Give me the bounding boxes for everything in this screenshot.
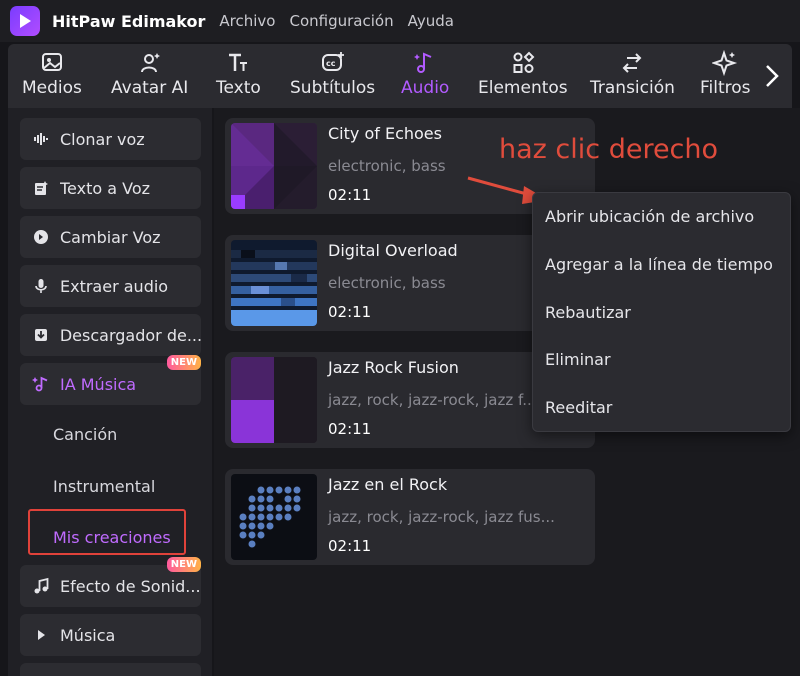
subtitles-icon: cc: [321, 52, 344, 71]
sidebar-item-clonar-voz[interactable]: Clonar voz: [20, 118, 201, 160]
track-thumbnail: [231, 474, 317, 560]
waveform-icon: [32, 130, 50, 148]
menu-archivo[interactable]: Archivo: [219, 12, 275, 30]
new-badge: NEW: [166, 557, 201, 572]
sidebar-item-extraer-audio[interactable]: Extraer audio: [20, 265, 201, 307]
sparkle-icon: [712, 50, 738, 76]
sidebar-item-efecto-sonido[interactable]: Efecto de Sonid... NEW: [20, 557, 201, 607]
tab-elementos[interactable]: Elementos: [478, 50, 568, 98]
image-icon: [41, 53, 62, 71]
tab-audio[interactable]: Audio: [401, 50, 449, 98]
sound-effect-icon: [32, 577, 50, 595]
toolbar: Medios Avatar AI Texto cc Subtítulos Aud…: [8, 44, 792, 108]
download-icon: [32, 326, 50, 344]
svg-text:cc: cc: [326, 59, 336, 68]
text-icon: [229, 53, 248, 71]
menu-ayuda[interactable]: Ayuda: [408, 12, 454, 30]
sidebar-item-more[interactable]: [20, 663, 201, 676]
menu-item-reeditar[interactable]: Reeditar: [545, 398, 612, 417]
voice-change-icon: [32, 228, 50, 246]
track-thumbnail: [231, 240, 317, 326]
elements-icon: [513, 51, 535, 73]
subitem-instrumental[interactable]: Instrumental: [53, 477, 155, 496]
play-triangle-icon: [32, 626, 50, 644]
context-menu: Abrir ubicación de archivo Agregar a la …: [532, 192, 791, 432]
text-to-speech-icon: [32, 179, 50, 197]
sidebar-item-cambiar-voz[interactable]: Cambiar Voz: [20, 216, 201, 258]
tab-texto[interactable]: Texto: [216, 50, 261, 98]
sidebar-item-ia-musica[interactable]: IA Música NEW: [20, 355, 201, 405]
tab-medios[interactable]: Medios: [22, 50, 82, 98]
music-note-icon: [414, 52, 432, 73]
tab-subtitulos[interactable]: cc Subtítulos: [290, 50, 375, 98]
tab-avatar-ai[interactable]: Avatar AI: [111, 50, 188, 98]
sidebar-item-descargador[interactable]: Descargador de...: [20, 314, 201, 356]
app-logo-icon: [10, 6, 40, 36]
ai-music-icon: [32, 375, 50, 393]
menu-item-eliminar[interactable]: Eliminar: [545, 350, 611, 369]
sidebar: Clonar voz Texto a Voz Cambiar Voz Extra…: [8, 108, 212, 676]
annotation-text: haz clic derecho: [499, 134, 719, 165]
menu-configuracion[interactable]: Configuración: [289, 12, 393, 30]
tab-filtros[interactable]: Filtros: [700, 50, 751, 98]
subitem-cancion[interactable]: Canción: [53, 425, 117, 444]
microphone-icon: [32, 277, 50, 295]
chevron-right-icon[interactable]: [762, 62, 782, 90]
app-name: HitPaw Edimakor: [52, 11, 206, 31]
transition-icon: [623, 53, 642, 73]
sidebar-item-texto-a-voz[interactable]: Texto a Voz: [20, 167, 201, 209]
avatar-icon: [140, 53, 160, 73]
sidebar-item-musica[interactable]: Música: [20, 614, 201, 656]
new-badge: NEW: [166, 355, 201, 370]
menu-item-agregar-linea-tiempo[interactable]: Agregar a la línea de tiempo: [545, 255, 773, 274]
track-thumbnail: [231, 357, 317, 443]
menu-item-rebautizar[interactable]: Rebautizar: [545, 303, 631, 322]
track-card[interactable]: Jazz en el Rock jazz, rock, jazz-rock, j…: [225, 469, 595, 565]
highlight-box: [28, 509, 186, 555]
title-bar: HitPaw Edimakor Archivo Configuración Ay…: [0, 0, 800, 42]
tab-transicion[interactable]: Transición: [590, 50, 675, 98]
track-thumbnail: [231, 123, 317, 209]
menu-item-abrir-ubicacion[interactable]: Abrir ubicación de archivo: [545, 207, 754, 226]
